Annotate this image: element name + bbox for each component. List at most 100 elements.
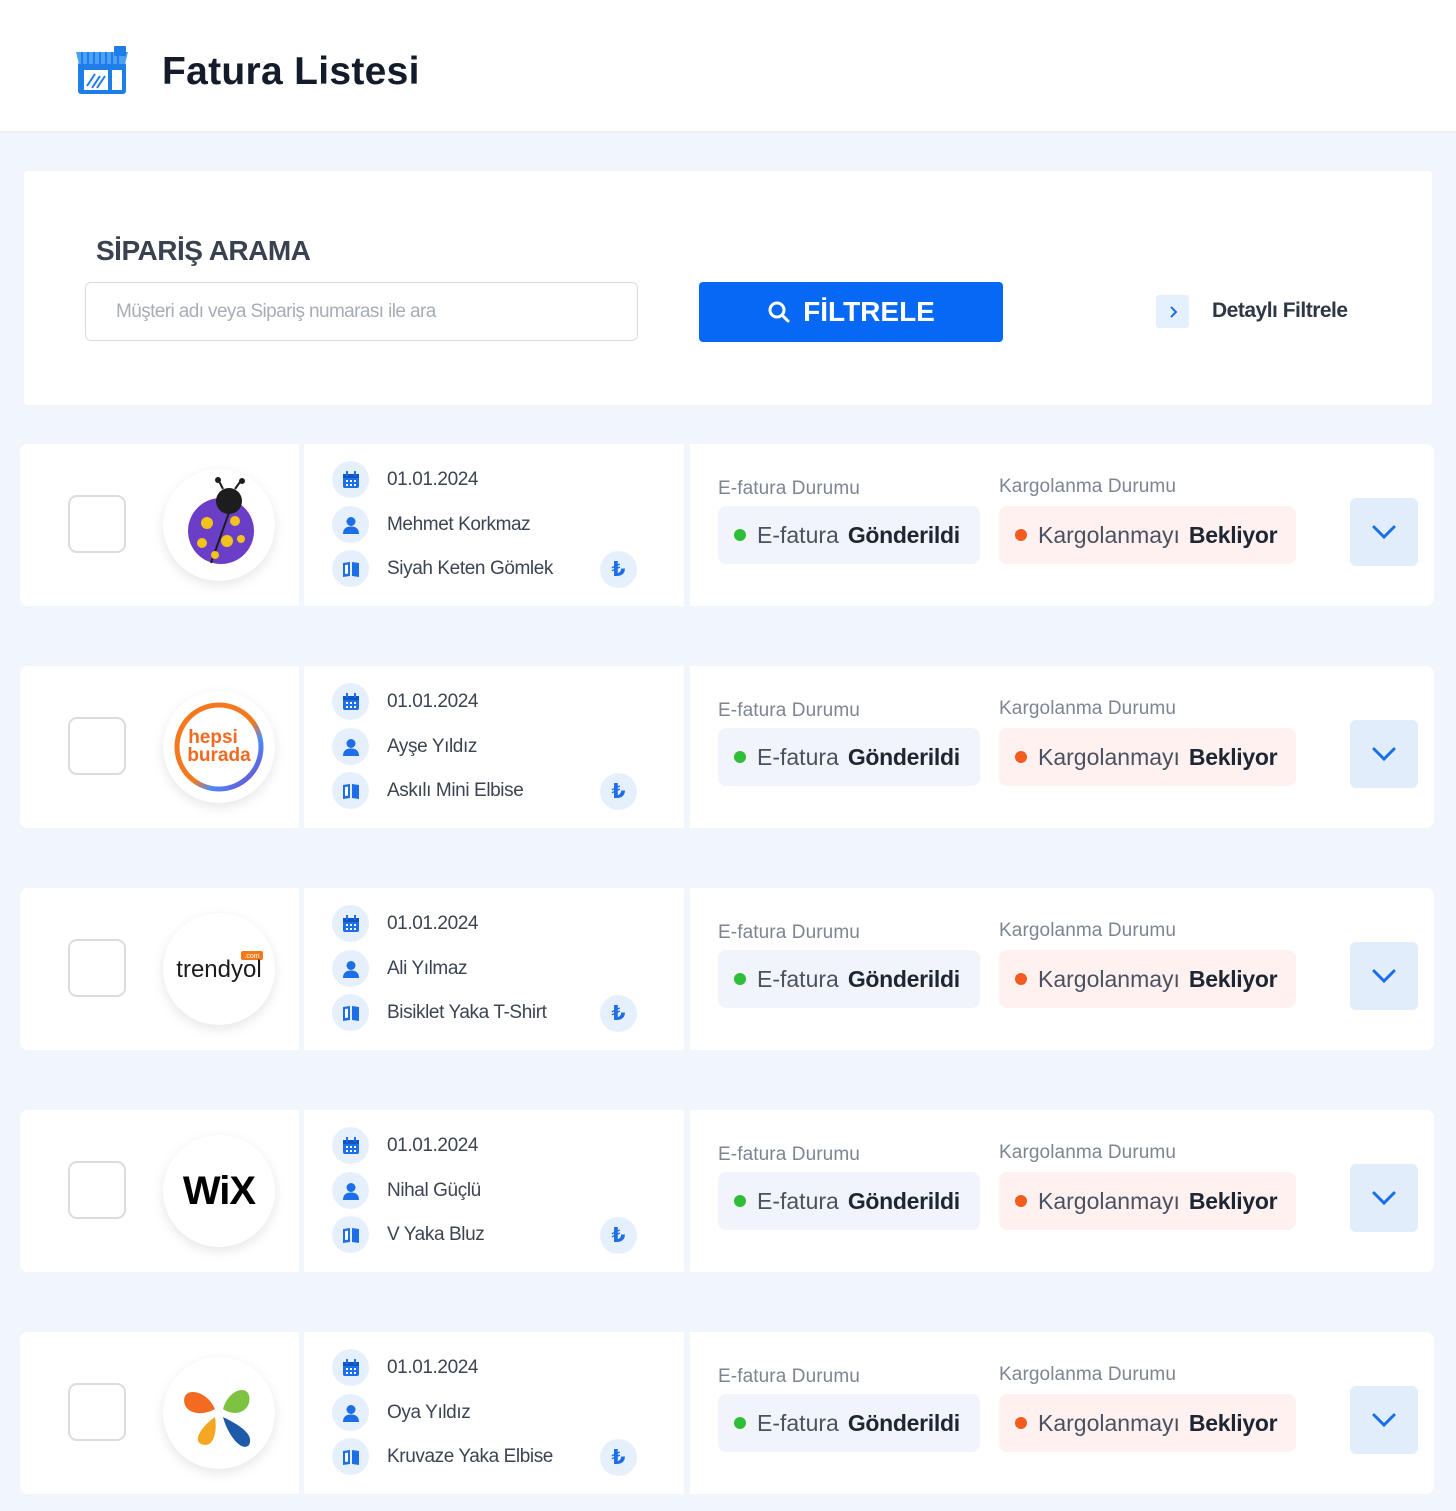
order-row: .com trendyol 01.01.2024 Ali Yılmaz Bisik…: [20, 888, 1434, 1050]
order-date: 01.01.2024: [387, 912, 479, 934]
order-checkbox[interactable]: [68, 1383, 126, 1441]
order-row: 01.01.2024 Mehmet Korkmaz Siyah Keten Gö…: [20, 444, 1434, 606]
order-date: 01.01.2024: [387, 1134, 479, 1156]
calendar-icon: [332, 905, 369, 942]
order-checkbox[interactable]: [68, 717, 126, 775]
expand-button[interactable]: [1350, 1386, 1418, 1454]
calendar-icon: [332, 1349, 369, 1386]
user-icon: [332, 1394, 369, 1431]
order-customer-line: Oya Yıldız: [332, 1394, 471, 1431]
user-icon: [332, 506, 369, 543]
book-icon: [332, 1438, 369, 1475]
ladybug-logo: [163, 469, 275, 581]
order-status-cell: E-fatura Durumu Kargolanma Durumu E-fatu…: [690, 666, 1434, 828]
detailed-filter-link[interactable]: Detaylı Filtrele: [1212, 299, 1348, 323]
efatura-status-value: Gönderildi: [847, 743, 960, 770]
trendyol-logo: .com trendyol: [163, 913, 275, 1025]
chevron-down-icon: [1372, 747, 1396, 762]
user-icon: [332, 950, 369, 987]
order-select-cell: hepsi burada: [20, 666, 299, 828]
status-dot: [734, 1417, 746, 1429]
kargo-status-label: Kargolanma Durumu: [999, 698, 1177, 719]
kargo-status-value: Bekliyor: [1188, 965, 1278, 992]
status-dot: [734, 973, 746, 985]
order-date: 01.01.2024: [387, 690, 479, 712]
kargo-status-badge: Kargolanmayı Bekliyor: [999, 1394, 1296, 1452]
order-checkbox[interactable]: [68, 939, 126, 997]
order-product: Bisiklet Yaka T-Shirt: [387, 1001, 547, 1023]
order-info-cell: 01.01.2024 Ayşe Yıldız Askılı Mini Elbis…: [304, 666, 684, 828]
kargo-status-badge: Kargolanmayı Bekliyor: [999, 1172, 1296, 1230]
order-info-cell: 01.01.2024 Mehmet Korkmaz Siyah Keten Gö…: [304, 444, 684, 606]
order-customer-line: Ayşe Yıldız: [332, 728, 477, 765]
lira-icon[interactable]: ₺: [600, 995, 637, 1032]
order-checkbox[interactable]: [68, 495, 126, 553]
order-row: WiX 01.01.2024 Nihal Güçlü V Yaka Bluz ₺…: [20, 1110, 1434, 1272]
user-icon: [332, 1172, 369, 1209]
filter-button[interactable]: FİLTRELE: [699, 282, 1003, 342]
order-row: 01.01.2024 Oya Yıldız Kruvaze Yaka Elbis…: [20, 1332, 1434, 1494]
efatura-status-badge: E-fatura Gönderildi: [718, 1394, 980, 1452]
expand-button[interactable]: [1350, 498, 1418, 566]
efatura-status-prefix: E-fatura: [757, 1409, 839, 1436]
ciceksepeti-logo: [163, 1357, 275, 1469]
order-date-line: 01.01.2024: [332, 683, 478, 720]
status-dot: [1015, 529, 1027, 541]
order-info-cell: 01.01.2024 Nihal Güçlü V Yaka Bluz ₺: [304, 1110, 684, 1272]
efatura-status-label: E-fatura Durumu: [718, 700, 860, 721]
lira-icon[interactable]: ₺: [600, 773, 637, 810]
expand-button[interactable]: [1350, 1164, 1418, 1232]
kargo-status-prefix: Kargolanmayı: [1038, 965, 1180, 992]
efatura-status-badge: E-fatura Gönderildi: [718, 728, 980, 786]
efatura-status-value: Gönderildi: [847, 521, 960, 548]
svg-text:WiX: WiX: [183, 1169, 257, 1213]
order-select-cell: WiX: [20, 1110, 299, 1272]
chevron-right-icon[interactable]: [1156, 295, 1189, 328]
efatura-status-label: E-fatura Durumu: [718, 1366, 860, 1387]
search-icon: [768, 301, 790, 323]
lira-icon[interactable]: ₺: [600, 1439, 637, 1476]
expand-button[interactable]: [1350, 942, 1418, 1010]
efatura-status-value: Gönderildi: [847, 1187, 960, 1214]
calendar-icon: [332, 683, 369, 720]
order-product-line: Kruvaze Yaka Elbise: [332, 1438, 553, 1475]
status-dot: [1015, 1195, 1027, 1207]
efatura-status-badge: E-fatura Gönderildi: [718, 950, 980, 1008]
order-customer: Nihal Güçlü: [387, 1179, 481, 1201]
kargo-status-badge: Kargolanmayı Bekliyor: [999, 950, 1296, 1008]
efatura-status-value: Gönderildi: [847, 965, 960, 992]
efatura-status-label: E-fatura Durumu: [718, 922, 860, 943]
expand-button[interactable]: [1350, 720, 1418, 788]
efatura-status-badge: E-fatura Gönderildi: [718, 1172, 980, 1230]
efatura-status-prefix: E-fatura: [757, 521, 839, 548]
lira-icon[interactable]: ₺: [600, 1217, 637, 1254]
kargo-status-value: Bekliyor: [1188, 1409, 1278, 1436]
order-select-cell: [20, 1332, 299, 1494]
order-info-cell: 01.01.2024 Oya Yıldız Kruvaze Yaka Elbis…: [304, 1332, 684, 1494]
efatura-status-label: E-fatura Durumu: [718, 478, 860, 499]
svg-text:burada: burada: [187, 745, 251, 766]
lira-icon[interactable]: ₺: [600, 551, 637, 588]
order-date-line: 01.01.2024: [332, 1127, 478, 1164]
order-customer-line: Nihal Güçlü: [332, 1172, 481, 1209]
book-icon: [332, 1216, 369, 1253]
kargo-status-label: Kargolanma Durumu: [999, 1142, 1177, 1163]
order-product-line: Bisiklet Yaka T-Shirt: [332, 994, 547, 1031]
order-product-line: V Yaka Bluz: [332, 1216, 485, 1253]
order-checkbox[interactable]: [68, 1161, 126, 1219]
kargo-status-badge: Kargolanmayı Bekliyor: [999, 506, 1296, 564]
kargo-status-prefix: Kargolanmayı: [1038, 1187, 1180, 1214]
efatura-status-prefix: E-fatura: [757, 1187, 839, 1214]
order-row: hepsi burada 01.01.2024 Ayşe Yıldız Askıl…: [20, 666, 1434, 828]
order-date: 01.01.2024: [387, 468, 479, 490]
order-date-line: 01.01.2024: [332, 1349, 478, 1386]
order-product: Askılı Mini Elbise: [387, 779, 524, 801]
svg-text:trendyol: trendyol: [176, 956, 261, 983]
status-dot: [734, 1195, 746, 1207]
kargo-status-value: Bekliyor: [1188, 1187, 1278, 1214]
order-customer: Mehmet Korkmaz: [387, 513, 531, 535]
order-status-cell: E-fatura Durumu Kargolanma Durumu E-fatu…: [690, 444, 1434, 606]
kargo-status-label: Kargolanma Durumu: [999, 920, 1177, 941]
kargo-status-value: Bekliyor: [1188, 743, 1278, 770]
search-input[interactable]: [85, 282, 638, 341]
